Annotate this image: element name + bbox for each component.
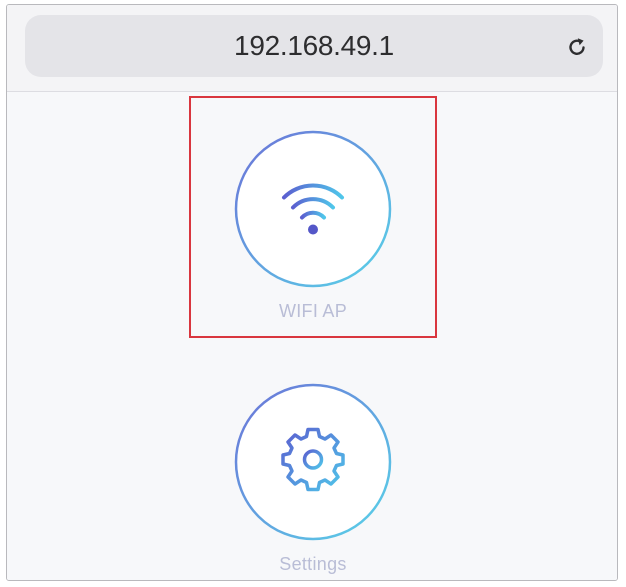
page-content: WIFI AP Settings xyxy=(7,92,617,580)
browser-window: 192.168.49.1 WIFI AP Settings xyxy=(6,4,618,581)
settings-button[interactable] xyxy=(233,382,393,542)
settings-label: Settings xyxy=(279,554,347,574)
gear-icon xyxy=(281,427,345,497)
reload-icon[interactable] xyxy=(565,35,589,59)
wifi-icon xyxy=(278,176,348,243)
browser-toolbar: 192.168.49.1 xyxy=(7,5,617,92)
settings-tile[interactable]: Settings xyxy=(213,382,413,575)
wifi-ap-button[interactable] xyxy=(233,129,393,289)
address-url: 192.168.49.1 xyxy=(234,30,394,61)
address-bar[interactable]: 192.168.49.1 xyxy=(25,15,603,77)
wifi-ap-tile[interactable]: WIFI AP xyxy=(213,129,413,322)
wifi-ap-label: WIFI AP xyxy=(278,301,348,321)
